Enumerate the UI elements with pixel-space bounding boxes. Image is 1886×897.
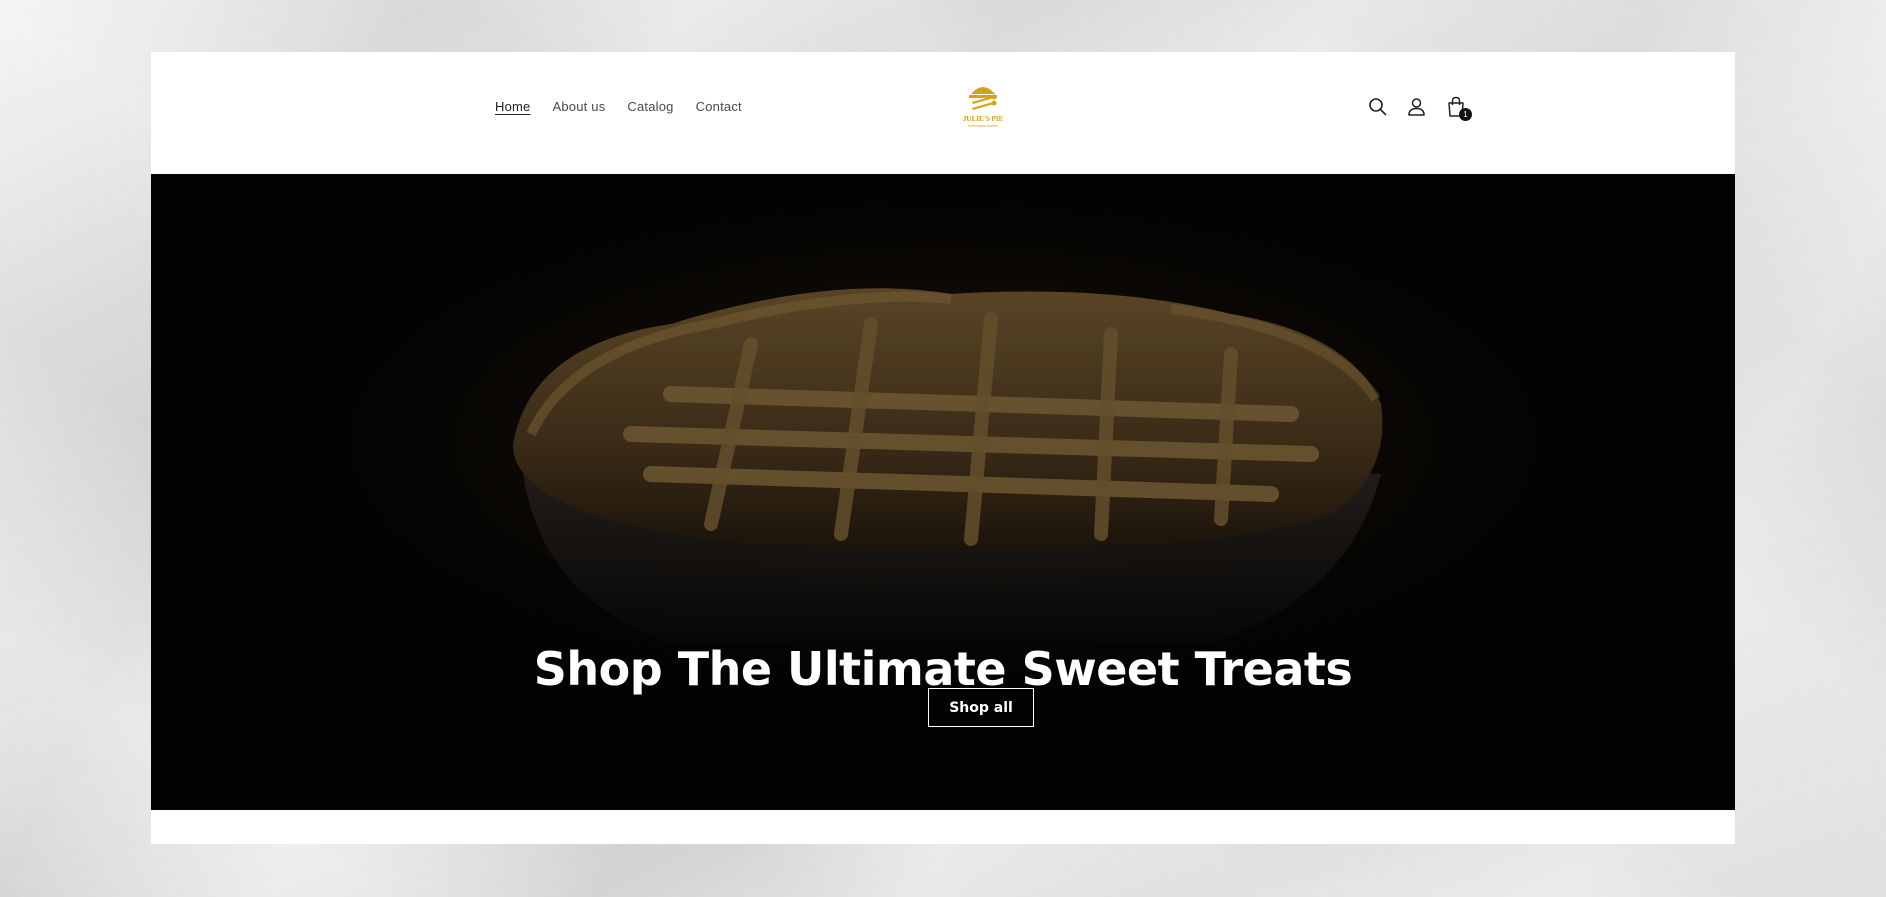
site-logo[interactable]: JULIE'S PIE homemade sweets (963, 82, 1003, 132)
logo-name: JULIE'S PIE (962, 114, 1004, 123)
header-icons: 1 (1365, 94, 1472, 121)
nav-about-us[interactable]: About us (552, 99, 605, 115)
nav-home[interactable]: Home (495, 99, 530, 115)
paper-background: Home About us Catalog Contact JULIE'S PI… (0, 0, 1886, 897)
logo-tagline: homemade sweets (968, 124, 998, 128)
cart-button[interactable]: 1 (1443, 94, 1472, 121)
search-icon (1369, 98, 1387, 116)
main-nav: Home About us Catalog Contact (495, 99, 764, 115)
cart-count-badge: 1 (1459, 108, 1472, 121)
site-header: Home About us Catalog Contact JULIE'S PI… (151, 52, 1735, 174)
pie-slice-icon (969, 87, 997, 110)
nav-catalog[interactable]: Catalog (627, 99, 673, 115)
search-button[interactable] (1365, 94, 1390, 119)
shop-all-button[interactable]: Shop all (928, 688, 1034, 727)
account-button[interactable] (1404, 94, 1429, 119)
hero-banner: Shop The Ultimate Sweet Treats Shop all (151, 174, 1735, 810)
nav-contact[interactable]: Contact (696, 99, 742, 115)
user-icon (1408, 98, 1425, 116)
page-frame: Home About us Catalog Contact JULIE'S PI… (151, 52, 1735, 844)
